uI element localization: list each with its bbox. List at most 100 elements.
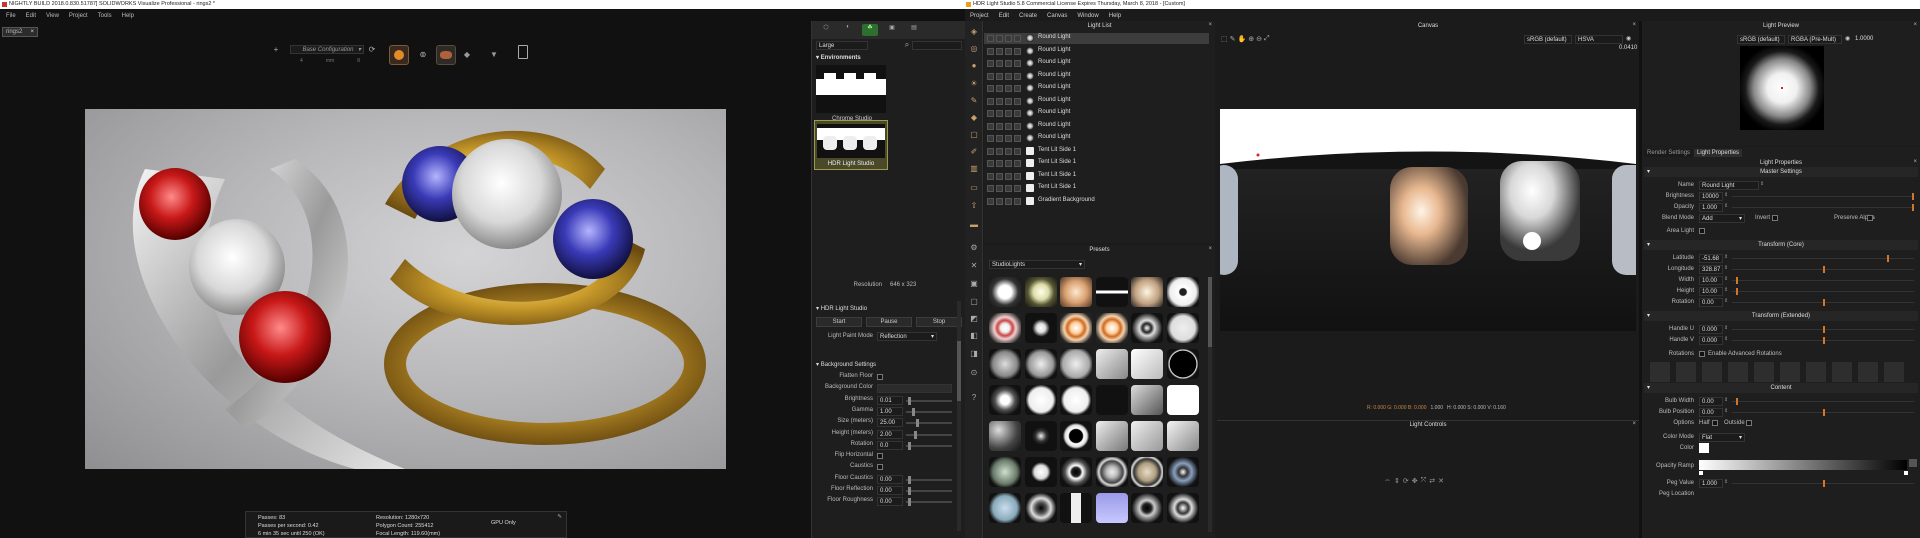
spinner-icon[interactable]: ⇕ bbox=[1724, 397, 1728, 403]
light-paint-mode-select[interactable]: Reflection ▾ bbox=[877, 332, 937, 341]
light-list-item[interactable]: Tent Lit Side 1 bbox=[984, 146, 1209, 157]
preset-thumbnail[interactable] bbox=[989, 421, 1021, 451]
solo-icon[interactable] bbox=[996, 97, 1003, 105]
light-list-item[interactable]: Round Light bbox=[984, 133, 1209, 144]
height-field[interactable]: 10.00 bbox=[1699, 287, 1723, 296]
close-icon[interactable]: × bbox=[1208, 22, 1212, 28]
longitude-field[interactable]: 328.87 bbox=[1699, 265, 1723, 274]
box-light-icon[interactable]: ▢ bbox=[968, 128, 980, 140]
preset-thumbnail[interactable] bbox=[1166, 385, 1199, 415]
preset-thumbnail[interactable] bbox=[1060, 385, 1092, 415]
refresh-icon[interactable]: ⟳ bbox=[367, 44, 377, 54]
active-tool-icon[interactable] bbox=[436, 45, 456, 65]
presets-scrollbar[interactable] bbox=[1208, 277, 1212, 532]
bg-setting-value[interactable]: 0.00 bbox=[877, 497, 903, 507]
preset-thumbnail[interactable] bbox=[1024, 349, 1057, 379]
preset-thumbnail[interactable] bbox=[1095, 349, 1128, 379]
preset-thumbnail[interactable] bbox=[1095, 421, 1128, 451]
menu-project[interactable]: Project bbox=[970, 13, 989, 19]
preset-thumbnail[interactable] bbox=[1095, 493, 1128, 523]
mute-icon[interactable] bbox=[1014, 60, 1021, 67]
solo-icon[interactable] bbox=[996, 85, 1003, 92]
menu-help[interactable]: Help bbox=[1109, 13, 1121, 19]
add-config-icon[interactable]: + bbox=[272, 45, 280, 54]
preset-thumbnail[interactable] bbox=[1131, 313, 1163, 343]
canvas-colorspace-select[interactable]: sRGB (default) bbox=[1524, 35, 1572, 44]
palette-scrollbar[interactable] bbox=[957, 301, 961, 531]
ramp-peg-left[interactable] bbox=[1699, 471, 1703, 475]
lock-icon[interactable] bbox=[1005, 185, 1012, 192]
spinner-icon[interactable]: ⇕ bbox=[1724, 298, 1728, 304]
spinner-icon[interactable]: ⇕ bbox=[1724, 287, 1728, 293]
visibility-icon[interactable] bbox=[987, 60, 994, 67]
menu-window[interactable]: Window bbox=[1077, 13, 1098, 19]
bg-setting-slider[interactable] bbox=[906, 475, 952, 484]
preset-thumbnail[interactable] bbox=[1060, 421, 1092, 451]
cancel-icon[interactable]: ✕ bbox=[968, 259, 980, 271]
hdr-light-studio-header[interactable]: ▾ HDR Light Studio bbox=[816, 305, 867, 312]
light-tool-icon[interactable]: ☀ bbox=[968, 77, 980, 89]
menu-create[interactable]: Create bbox=[1019, 13, 1037, 19]
slider-thumb[interactable] bbox=[1735, 277, 1738, 284]
mute-icon[interactable] bbox=[1014, 72, 1021, 80]
start-button[interactable]: Start bbox=[816, 317, 862, 327]
preset-thumbnail[interactable] bbox=[1060, 349, 1092, 379]
slider-thumb[interactable] bbox=[1823, 409, 1825, 416]
bg-setting-slider[interactable] bbox=[906, 396, 952, 405]
lock-icon[interactable] bbox=[1005, 197, 1012, 205]
preset-thumbnail[interactable] bbox=[1060, 493, 1092, 523]
opacity-field[interactable]: 1.000 bbox=[1699, 203, 1723, 212]
spinner-icon[interactable]: ⇕ bbox=[1724, 479, 1728, 485]
visibility-icon[interactable] bbox=[987, 35, 994, 42]
light-list-item[interactable]: Round Light bbox=[984, 46, 1209, 57]
cube-light-icon[interactable]: ◆ bbox=[968, 111, 980, 123]
preset-thumbnail[interactable] bbox=[1024, 277, 1057, 307]
solo-icon[interactable] bbox=[996, 122, 1003, 130]
slider-thumb[interactable] bbox=[908, 441, 911, 450]
visibility-icon[interactable] bbox=[987, 160, 994, 167]
pause-button[interactable]: Pause bbox=[866, 317, 912, 327]
preset-thumbnail[interactable] bbox=[1060, 277, 1092, 307]
preset-thumbnail[interactable] bbox=[1166, 457, 1199, 487]
arrow-icon[interactable]: ⇧ bbox=[968, 199, 980, 211]
tab-light-properties[interactable]: Light Properties bbox=[1694, 149, 1743, 157]
slider-thumb[interactable] bbox=[1823, 326, 1825, 333]
background-settings-header[interactable]: ▾ Background Settings bbox=[816, 361, 876, 368]
close-icon[interactable]: × bbox=[1632, 421, 1636, 427]
tab-scenes-icon[interactable]: ☘ bbox=[862, 24, 878, 36]
zoom-in-icon[interactable]: ⊕ bbox=[1248, 35, 1254, 43]
bg-setting-slider[interactable] bbox=[906, 487, 952, 495]
solo-icon[interactable] bbox=[996, 160, 1003, 167]
lock-icon[interactable] bbox=[1005, 35, 1012, 42]
latitude-slider[interactable] bbox=[1732, 255, 1914, 262]
canvas-exposure-value[interactable]: 0.0410 bbox=[1619, 45, 1637, 51]
preset-thumbnail[interactable] bbox=[989, 493, 1021, 523]
preset-thumbnail[interactable] bbox=[1131, 277, 1163, 307]
preset-thumbnail[interactable] bbox=[1024, 421, 1057, 451]
spinner-icon[interactable]: ⇕ bbox=[1724, 192, 1728, 198]
preset-thumbnail[interactable] bbox=[1060, 457, 1092, 487]
lock-icon[interactable] bbox=[1005, 60, 1012, 67]
bg-setting-slider[interactable] bbox=[906, 441, 952, 450]
close-icon[interactable]: × bbox=[1632, 22, 1636, 28]
mute-icon[interactable] bbox=[1014, 185, 1021, 192]
document-tab[interactable]: rings2 × bbox=[2, 27, 38, 37]
thumbnail-size-select[interactable]: Large bbox=[816, 41, 868, 50]
mute-icon[interactable] bbox=[1014, 197, 1021, 205]
visibility-icon[interactable] bbox=[987, 72, 994, 80]
rotate-light-icon[interactable]: ⟳ bbox=[1403, 477, 1409, 485]
lock-icon[interactable] bbox=[1005, 110, 1012, 117]
close-tab-icon[interactable]: × bbox=[30, 28, 34, 36]
slider-thumb[interactable] bbox=[908, 498, 911, 507]
preset-thumbnail[interactable] bbox=[1131, 349, 1163, 379]
bg-setting-value[interactable]: 0.00 bbox=[877, 486, 903, 495]
visibility-icon[interactable] bbox=[987, 147, 994, 155]
spinner-icon[interactable]: ⇕ bbox=[1724, 265, 1728, 271]
bulb-width-field[interactable]: 0.00 bbox=[1699, 397, 1723, 406]
handle-u-slider[interactable] bbox=[1732, 326, 1914, 333]
master-settings-header[interactable]: ▾ Master Settings bbox=[1644, 167, 1918, 177]
slider-thumb[interactable] bbox=[1735, 398, 1738, 405]
dome-tool-icon[interactable]: ◎ bbox=[968, 42, 980, 54]
close-icon[interactable]: × bbox=[1913, 159, 1917, 165]
camera-icon[interactable]: ▼ bbox=[487, 47, 501, 61]
